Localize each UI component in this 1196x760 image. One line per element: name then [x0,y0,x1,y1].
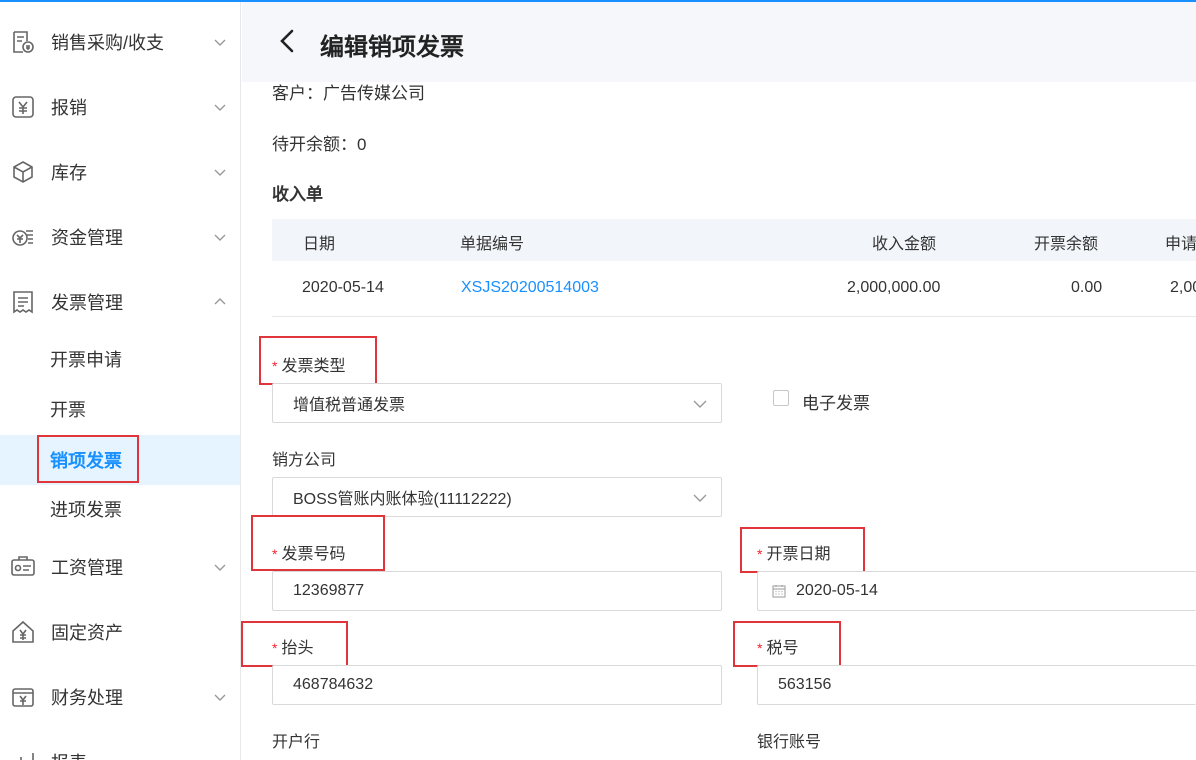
label-text: 开票日期 [766,546,831,563]
bar-chart-icon [10,749,36,760]
seller-select[interactable]: BOSS管账内账体验(11112222) [272,477,722,517]
sidebar-item-invoice[interactable]: 发票管理 [0,277,240,327]
tax-number-input[interactable]: 563156 [757,665,1196,705]
sidebar-item-label: 销售采购/收支 [51,33,165,53]
chevron-down-icon [214,564,226,571]
cell-apply: 2,00 [1170,279,1196,296]
invoice-type-select[interactable]: 增值税普通发票 [272,383,722,423]
table-row: 2020-05-14 XSJS20200514003 2,000,000.00 … [272,261,1196,317]
chevron-down-icon [693,400,707,408]
sidebar-item-label: 报销 [51,98,87,118]
id-card-icon [10,554,36,580]
sidebar-subitem-label: 开票申请 [50,350,122,370]
e-invoice-checkbox[interactable] [773,390,789,406]
required-mark: * [757,546,763,562]
sidebar-subitem-label: 开票 [50,400,86,420]
select-value: BOSS管账内账体验(11112222) [293,491,512,508]
invoice-date-picker[interactable]: 2020-05-14 [757,571,1196,611]
sidebar-item-funds[interactable]: 资金管理 [0,212,240,262]
column-header-number: 单据编号 [460,236,525,253]
column-header-apply: 申请 [1165,236,1196,253]
sidebar-item-label: 库存 [51,163,87,183]
column-header-date: 日期 [303,236,336,253]
title-input[interactable]: 468784632 [272,665,722,705]
required-mark: * [272,358,278,374]
sidebar-item-accounting[interactable]: 财务处理 [0,672,240,722]
highlight-box [37,435,139,483]
tax-number-label: * 税号 [757,634,798,658]
chevron-up-icon [214,298,226,305]
title-label: * 抬头 [272,634,313,658]
seller-label: 销方公司 [272,452,337,469]
house-yuan-icon [10,619,36,645]
input-value: 468784632 [293,676,374,693]
chevron-down-icon [214,169,226,176]
chevron-down-icon [214,694,226,701]
required-mark: * [757,640,763,656]
bank-label: 开户行 [272,734,321,751]
back-arrow-icon[interactable] [276,28,298,54]
column-header-balance: 开票余额 [1034,236,1099,253]
chevron-down-icon [214,104,226,111]
yuan-box-icon [10,94,36,120]
sidebar-item-label: 报表 [51,749,87,760]
input-value: 12369877 [293,582,365,599]
sidebar-item-reports[interactable]: 报表 [0,737,240,760]
input-value: 563156 [778,676,832,693]
required-mark: * [272,640,278,656]
invoice-date-label: * 开票日期 [757,540,830,564]
sidebar-subitem-issue[interactable]: 开票 [0,384,240,434]
sidebar-subitem-purchase-invoice[interactable]: 进项发票 [0,484,240,534]
customer-text: 客户：广告传媒公司 [272,84,425,103]
sidebar-subitem-issue-request[interactable]: 开票申请 [0,334,240,384]
invoice-icon [10,289,36,315]
select-value: 增值税普通发票 [293,397,406,414]
invoice-number-input[interactable]: 12369877 [272,571,722,611]
invoice-number-label: * 发票号码 [272,540,345,564]
gear-yuan-icon [10,684,36,710]
cell-number-link[interactable]: XSJS20200514003 [461,279,599,297]
cube-icon [10,159,36,185]
account-label: 银行账号 [757,734,822,751]
label-text: 发票号码 [281,546,346,563]
section-title: 收入单 [272,185,323,204]
balance-text: 待开余额：0 [272,135,367,154]
sidebar-item-label: 工资管理 [51,558,123,578]
date-value: 2020-05-14 [796,582,878,599]
sidebar-subitem-label: 进项发票 [50,500,122,520]
cell-date: 2020-05-14 [302,279,384,296]
chevron-down-icon [214,234,226,241]
page-title: 编辑销项发票 [320,34,464,61]
coins-icon [10,224,36,250]
chevron-down-icon [693,494,707,502]
sidebar-item-label: 发票管理 [51,293,123,313]
required-mark: * [272,546,278,562]
chevron-down-icon [214,39,226,46]
sidebar-item-fixed-assets[interactable]: 固定资产 [0,607,240,657]
sidebar: 销售采购/收支 报销 库存 资金管理 发票管理 开票申请 开票 销项发票 进项发… [0,2,241,760]
cell-balance: 0.00 [1071,279,1103,296]
sidebar-item-label: 固定资产 [51,623,123,643]
sidebar-item-label: 资金管理 [51,228,123,248]
invoice-type-label: * 发票类型 [272,352,345,376]
sidebar-item-inventory[interactable]: 库存 [0,147,240,197]
sidebar-item-label: 财务处理 [51,688,123,708]
table-header: 日期 单据编号 收入金额 开票余额 申请 [272,219,1196,261]
document-coin-icon [10,29,36,55]
label-text: 税号 [766,640,799,657]
sidebar-item-sales[interactable]: 销售采购/收支 [0,17,240,67]
label-text: 抬头 [281,640,314,657]
cell-amount: 2,000,000.00 [847,279,941,296]
sidebar-item-reimburse[interactable]: 报销 [0,82,240,132]
e-invoice-label: 电子发票 [802,394,870,413]
sidebar-item-payroll[interactable]: 工资管理 [0,542,240,592]
label-text: 发票类型 [281,358,346,375]
calendar-icon [772,585,786,598]
column-header-amount: 收入金额 [872,236,937,253]
